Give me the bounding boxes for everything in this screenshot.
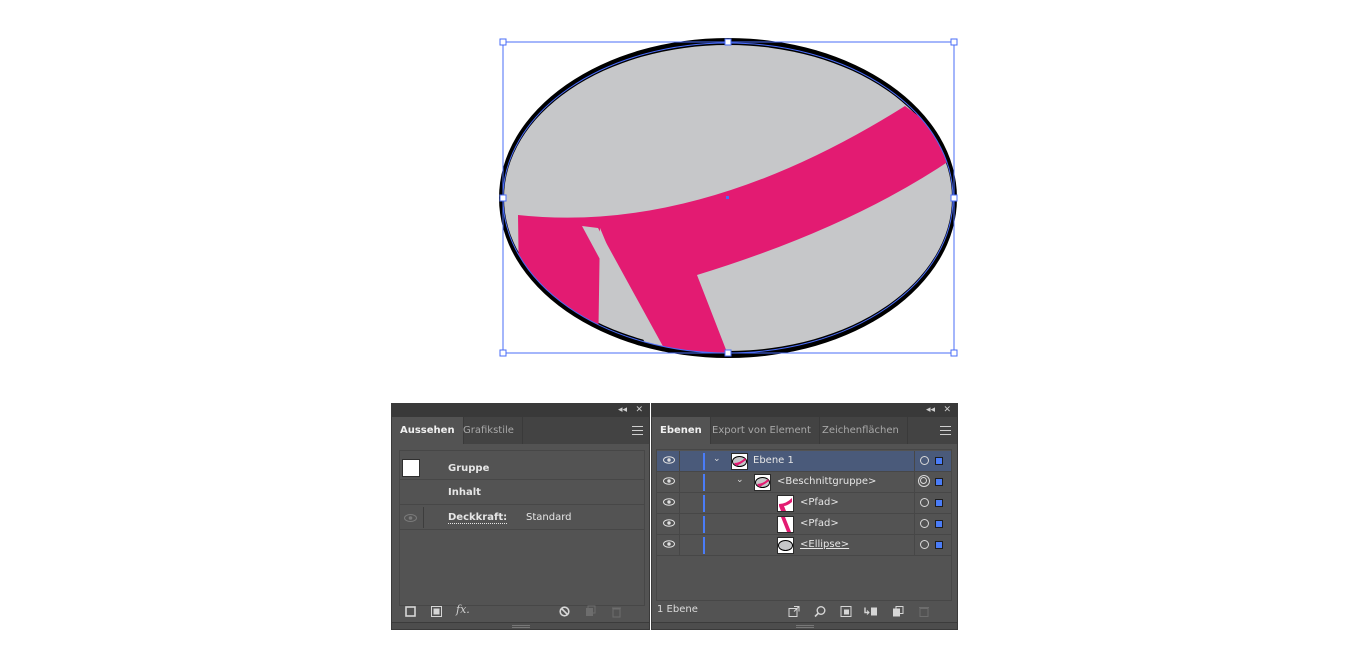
selection-indicator[interactable] bbox=[935, 541, 943, 549]
tab-ebenen[interactable]: Ebenen bbox=[652, 417, 711, 444]
selection-indicator[interactable] bbox=[935, 520, 943, 528]
layer-color-bar bbox=[703, 453, 705, 470]
layer-thumbnail bbox=[777, 516, 794, 533]
target-circle-icon[interactable] bbox=[920, 540, 929, 549]
row-separator bbox=[423, 507, 424, 528]
resize-grip[interactable] bbox=[652, 622, 957, 629]
selection-indicator[interactable] bbox=[935, 478, 943, 486]
lock-column[interactable] bbox=[679, 472, 680, 493]
layer-thumbnail bbox=[777, 537, 794, 554]
visibility-eye-icon[interactable] bbox=[663, 456, 675, 464]
collapse-icon[interactable]: ◂◂ bbox=[618, 404, 627, 417]
target-circle-icon[interactable] bbox=[920, 519, 929, 528]
clear-appearance-icon[interactable] bbox=[559, 604, 570, 619]
panel-titlebar[interactable]: ◂◂ ✕ bbox=[392, 404, 649, 417]
visibility-eye-icon[interactable] bbox=[663, 477, 675, 485]
delete-item-icon bbox=[612, 607, 621, 618]
layer-row-pfad-1[interactable]: <Pfad> bbox=[657, 493, 951, 514]
layer-thumbnail bbox=[777, 495, 794, 512]
layer-name[interactable]: <Pfad> bbox=[800, 497, 839, 508]
target-circle-icon[interactable] bbox=[920, 498, 929, 507]
panel-menu-icon[interactable] bbox=[632, 426, 643, 435]
row-divider bbox=[914, 535, 915, 556]
visibility-eye-icon[interactable] bbox=[663, 519, 675, 527]
layer-color-bar bbox=[703, 474, 705, 491]
artboard-canvas[interactable] bbox=[0, 0, 1351, 400]
tab-zeichenflaechen[interactable]: Zeichenflächen bbox=[814, 417, 908, 444]
visibility-eye-icon[interactable] bbox=[404, 514, 417, 522]
tab-grafikstile[interactable]: Grafikstile bbox=[455, 417, 523, 444]
selection-indicator[interactable] bbox=[935, 499, 943, 507]
visibility-eye-icon[interactable] bbox=[663, 498, 675, 506]
export-icon[interactable] bbox=[788, 604, 800, 619]
tab-strip: Ebenen Export von Element Zeichenflächen bbox=[652, 417, 957, 444]
opacity-value: Standard bbox=[526, 512, 572, 523]
chevron-down-icon[interactable]: ⌄ bbox=[713, 454, 721, 464]
make-clipping-mask-icon[interactable] bbox=[840, 604, 852, 619]
layer-name[interactable]: Ebene 1 bbox=[753, 455, 794, 466]
lock-column[interactable] bbox=[679, 451, 680, 472]
layer-name[interactable]: <Ellipse> bbox=[800, 539, 849, 550]
layer-row-ellipse[interactable]: <Ellipse> bbox=[657, 535, 951, 556]
chevron-down-icon[interactable]: ⌄ bbox=[736, 475, 744, 485]
center-point bbox=[726, 196, 729, 199]
duplicate-item-icon bbox=[586, 605, 596, 616]
search-icon[interactable] bbox=[814, 604, 826, 619]
tab-aussehen[interactable]: Aussehen bbox=[392, 417, 464, 444]
group-thumbnail bbox=[402, 459, 420, 477]
target-double-circle-icon[interactable] bbox=[918, 475, 930, 487]
new-fill-icon[interactable] bbox=[431, 604, 442, 619]
opacity-label[interactable]: Deckkraft: bbox=[448, 512, 508, 524]
layer-color-bar bbox=[703, 516, 705, 533]
opacity-link[interactable]: Deckkraft: bbox=[448, 512, 508, 524]
close-icon[interactable]: ✕ bbox=[635, 404, 643, 417]
appearance-row-opacity[interactable]: Deckkraft: Standard bbox=[400, 505, 644, 530]
row-divider bbox=[914, 493, 915, 514]
layer-count: 1 Ebene bbox=[657, 604, 698, 615]
tab-strip: Aussehen Grafikstile bbox=[392, 417, 649, 444]
layer-thumbnail bbox=[731, 453, 748, 470]
layer-row-pfad-2[interactable]: <Pfad> bbox=[657, 514, 951, 535]
new-stroke-icon[interactable] bbox=[405, 604, 416, 619]
layer-color-bar bbox=[703, 495, 705, 512]
row-divider bbox=[914, 514, 915, 535]
delete-layer-icon bbox=[919, 607, 929, 617]
group-label: Gruppe bbox=[448, 463, 490, 474]
appearance-panel: ◂◂ ✕ Aussehen Grafikstile Gruppe Inhalt … bbox=[391, 403, 650, 630]
appearance-row-group[interactable]: Gruppe bbox=[400, 455, 644, 480]
content-label: Inhalt bbox=[448, 487, 481, 498]
layers-panel: ◂◂ ✕ Ebenen Export von Element Zeichenfl… bbox=[651, 403, 958, 630]
layer-color-bar bbox=[703, 537, 705, 554]
lock-column[interactable] bbox=[679, 535, 680, 556]
layer-thumbnail bbox=[754, 474, 771, 491]
panel-titlebar[interactable]: ◂◂ ✕ bbox=[652, 404, 957, 417]
layer-name[interactable]: <Pfad> bbox=[800, 518, 839, 529]
layer-row-beschnittgruppe[interactable]: ⌄ <Beschnittgruppe> bbox=[657, 472, 951, 493]
tab-export-von-element[interactable]: Export von Element bbox=[704, 417, 820, 444]
target-circle-icon[interactable] bbox=[920, 456, 929, 465]
new-layer-icon[interactable] bbox=[892, 604, 904, 619]
create-sublayer-icon[interactable] bbox=[864, 604, 878, 619]
visibility-eye-icon[interactable] bbox=[663, 540, 675, 548]
row-divider bbox=[914, 472, 915, 493]
row-divider bbox=[914, 451, 915, 472]
layers-list: ⌄ Ebene 1 ⌄ <Beschnittgruppe> <Pfad> <Pf… bbox=[656, 449, 952, 601]
lock-column[interactable] bbox=[679, 493, 680, 514]
appearance-list: Gruppe Inhalt Deckkraft: Standard bbox=[399, 450, 645, 606]
selection-indicator[interactable] bbox=[935, 457, 943, 465]
resize-grip[interactable] bbox=[392, 622, 649, 629]
appearance-footer: fx. bbox=[392, 602, 649, 619]
layer-name[interactable]: <Beschnittgruppe> bbox=[777, 476, 876, 487]
panel-menu-icon[interactable] bbox=[940, 426, 951, 435]
fx-icon[interactable]: fx. bbox=[456, 602, 470, 617]
collapse-icon[interactable]: ◂◂ bbox=[926, 404, 935, 417]
lock-column[interactable] bbox=[679, 514, 680, 535]
layer-row-ebene-1[interactable]: ⌄ Ebene 1 bbox=[657, 451, 951, 472]
close-icon[interactable]: ✕ bbox=[943, 404, 951, 417]
layers-footer: 1 Ebene bbox=[652, 602, 957, 619]
appearance-row-content[interactable]: Inhalt bbox=[400, 480, 644, 505]
